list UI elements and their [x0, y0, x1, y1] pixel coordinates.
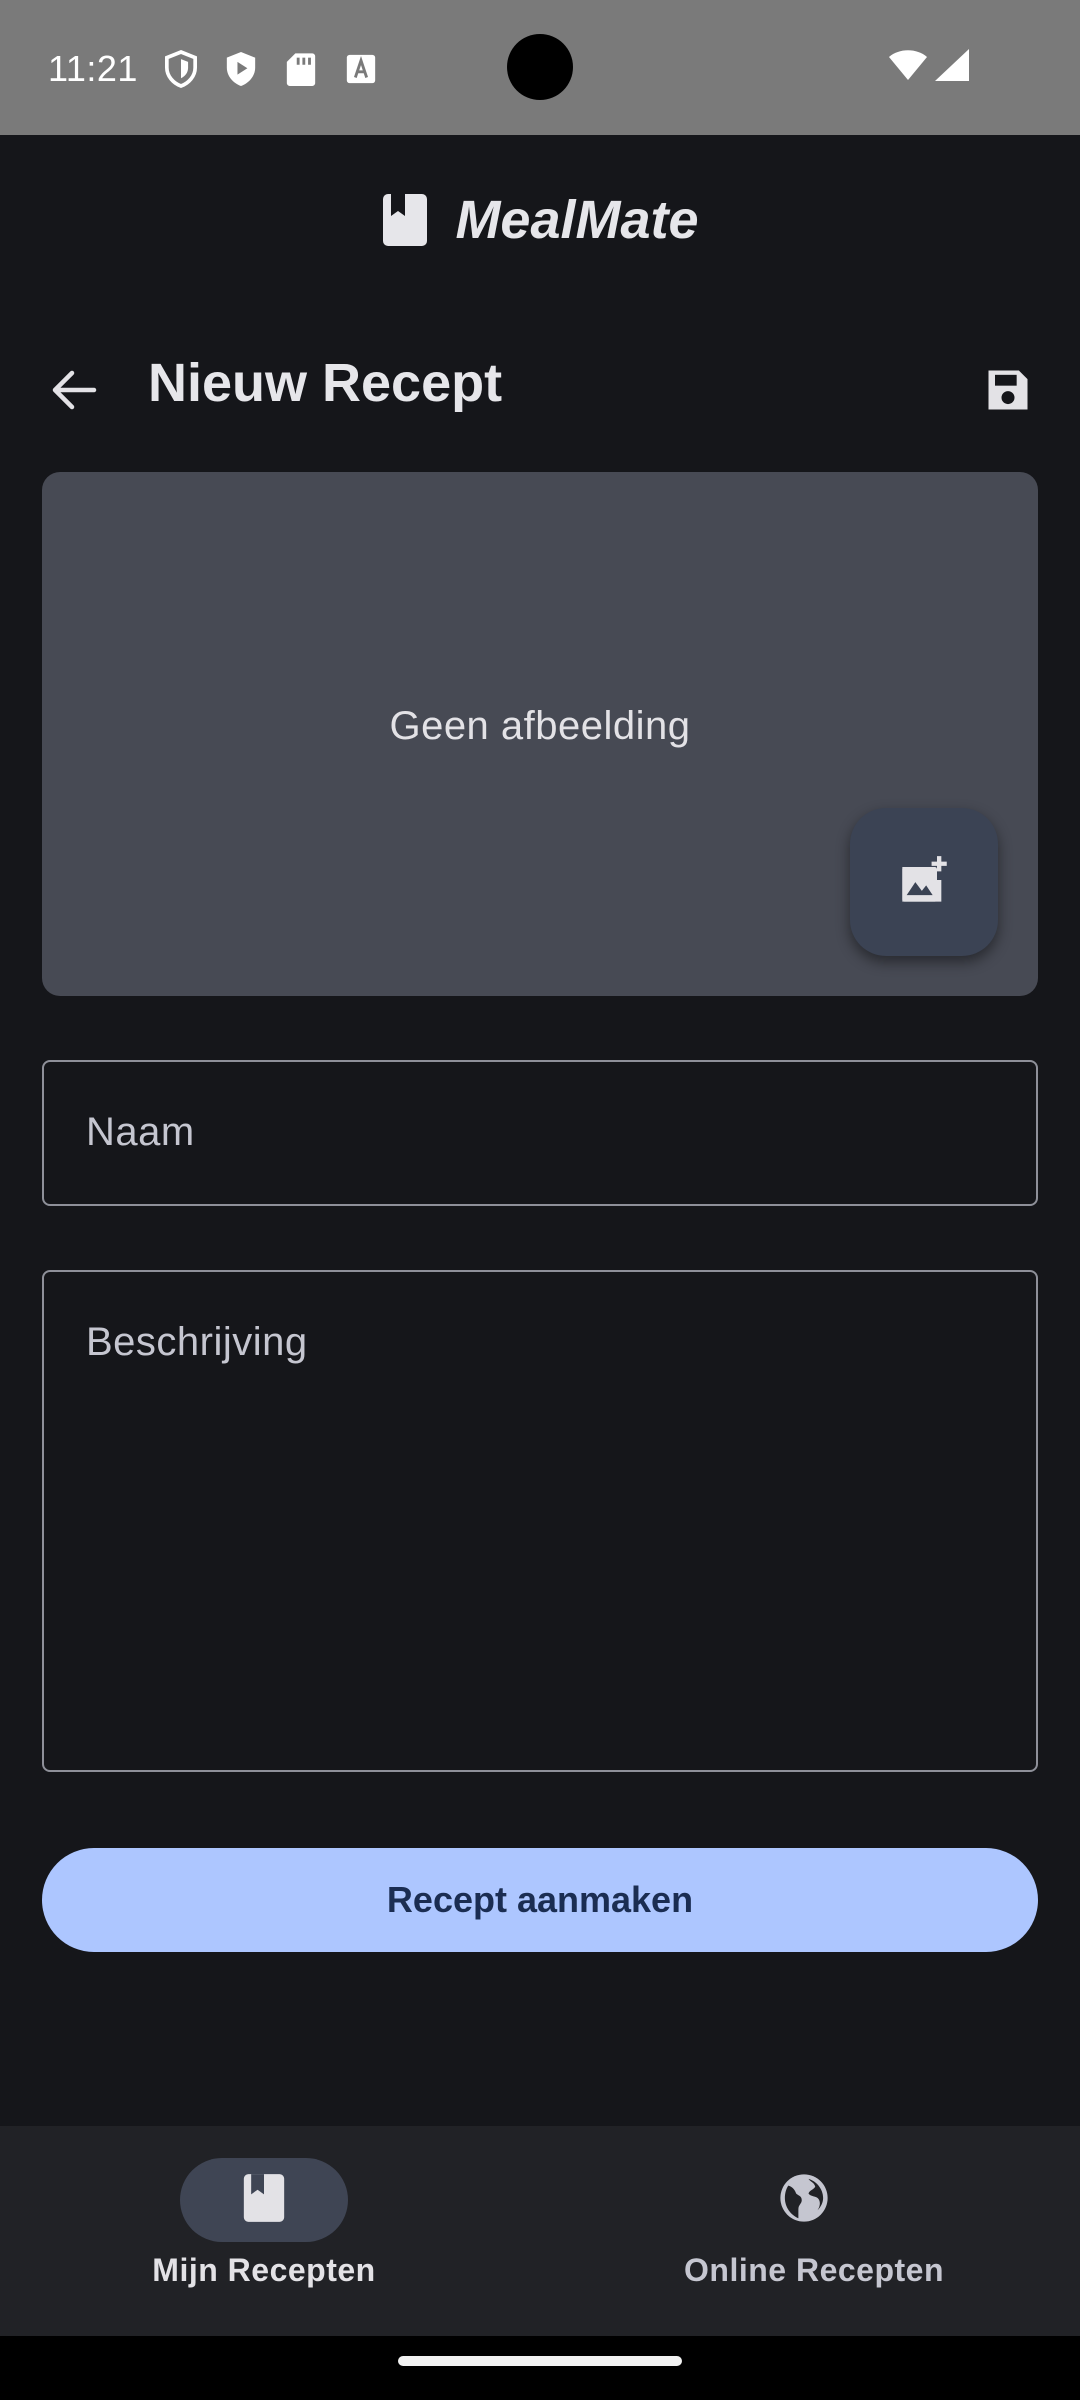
- bottom-navigation: Mijn Recepten Online Recepten: [0, 2126, 1080, 2336]
- add-image-button[interactable]: [850, 808, 998, 956]
- text-a-icon: [344, 50, 378, 88]
- status-bar: 11:21: [0, 0, 1080, 135]
- save-disk-icon: [982, 364, 1034, 421]
- wifi-icon: [888, 49, 928, 81]
- arrow-back-icon: [50, 368, 98, 417]
- nav-icon-wrapper: [768, 2170, 840, 2230]
- status-time: 11:21: [48, 48, 138, 89]
- app-title: MealMate: [455, 190, 699, 250]
- nav-item-mijn-recepten[interactable]: Mijn Recepten: [0, 2126, 540, 2336]
- shield-outline-icon: [164, 50, 198, 88]
- signal-icon: [934, 48, 970, 82]
- shield-play-icon: [224, 50, 258, 88]
- bookmark-book-icon: [381, 191, 429, 249]
- name-field-placeholder: Naam: [86, 1110, 195, 1154]
- description-field-placeholder: Beschrijving: [86, 1320, 308, 1364]
- home-indicator[interactable]: [398, 2356, 682, 2366]
- create-recipe-button[interactable]: Recept aanmaken: [42, 1848, 1038, 1952]
- camera-cutout: [507, 34, 573, 100]
- system-gesture-area: [0, 2336, 1080, 2400]
- top-toolbar: Nieuw Recept: [0, 340, 1080, 440]
- bookmark-book-icon: [242, 2172, 286, 2229]
- app-header: MealMate: [0, 135, 1080, 305]
- recipe-image-area: Geen afbeelding: [42, 472, 1038, 996]
- back-button[interactable]: [32, 350, 116, 434]
- add-photo-icon: [898, 854, 950, 911]
- sd-card-icon: [284, 50, 318, 88]
- nav-label-online-recepten: Online Recepten: [684, 2252, 944, 2288]
- description-field[interactable]: Beschrijving: [42, 1270, 1038, 1772]
- nav-active-indicator: [180, 2158, 348, 2242]
- nav-label-mijn-recepten: Mijn Recepten: [152, 2252, 376, 2288]
- name-field[interactable]: Naam: [42, 1060, 1038, 1206]
- status-icons-left: [164, 50, 378, 88]
- status-icons-right: [888, 48, 970, 82]
- globe-icon: [777, 2171, 831, 2230]
- save-button[interactable]: [966, 350, 1050, 434]
- image-placeholder-text: Geen afbeelding: [389, 704, 691, 748]
- page-title: Nieuw Recept: [148, 353, 503, 413]
- nav-item-online-recepten[interactable]: Online Recepten: [540, 2126, 1080, 2336]
